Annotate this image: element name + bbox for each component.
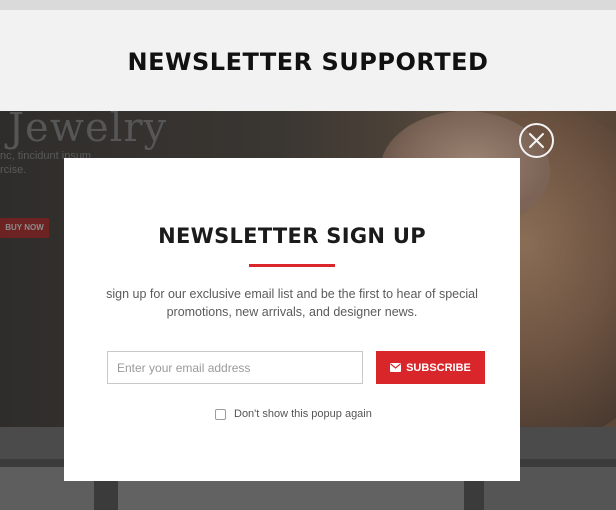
buy-now-button: BUY NOW <box>0 218 49 238</box>
dont-show-label: Don't show this popup again <box>234 408 372 420</box>
newsletter-popup: NEWSLETTER SIGN UP sign up for our exclu… <box>64 158 520 481</box>
close-button[interactable] <box>519 123 554 158</box>
dont-show-checkbox[interactable] <box>215 408 226 420</box>
banner-title: NEWSLETTER SUPPORTED <box>127 48 489 76</box>
title-underline <box>249 264 335 267</box>
email-input[interactable] <box>107 351 363 384</box>
subscribe-label: SUBSCRIBE <box>406 361 471 374</box>
popup-description: sign up for our exclusive email list and… <box>106 287 478 319</box>
subscribe-button[interactable]: SUBSCRIBE <box>376 351 485 384</box>
popup-title: NEWSLETTER SIGN UP <box>158 224 426 248</box>
top-strip <box>0 0 616 10</box>
dont-show-option[interactable]: Don't show this popup again <box>215 408 372 420</box>
close-icon <box>529 133 544 148</box>
hero-title: Jewelry <box>8 111 168 151</box>
envelope-icon <box>390 363 402 372</box>
feature-banner: NEWSLETTER SUPPORTED <box>0 10 616 111</box>
